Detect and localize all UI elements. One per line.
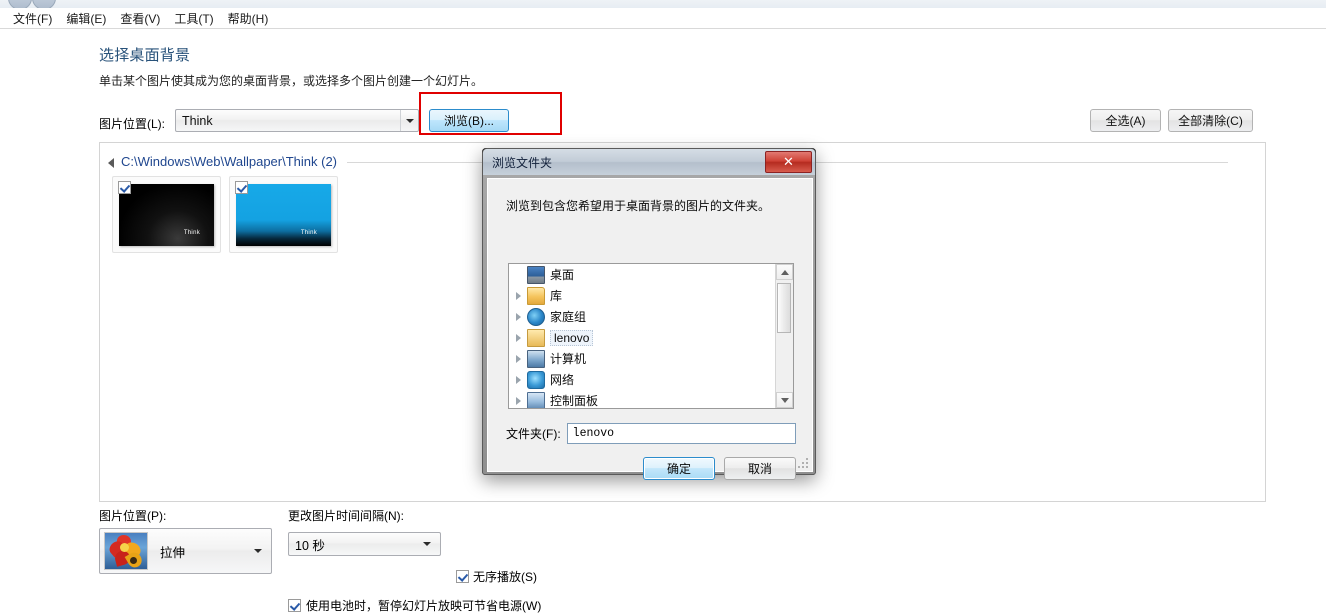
tree-item-homegroup[interactable]: 家庭组 xyxy=(509,306,793,327)
shuffle-checkbox[interactable] xyxy=(456,570,469,583)
picture-location-label: 图片位置(L): xyxy=(99,117,166,131)
tree-item-label: 计算机 xyxy=(550,352,587,366)
page-description: 单击某个图片使其成为您的桌面背景，或选择多个图片创建一个幻灯片。 xyxy=(99,74,484,88)
wallpaper-thumbnail-list: Think Think xyxy=(112,176,338,253)
expand-triangle-icon[interactable] xyxy=(516,333,527,342)
wallpaper-preview: Think xyxy=(119,183,214,246)
picture-location-dropdown[interactable]: Think xyxy=(175,109,419,132)
picture-location-row: 图片位置(L): Think 浏览(B)... 全选(A) 全部清除(C) xyxy=(99,92,1279,137)
browse-button[interactable]: 浏览(B)... xyxy=(429,109,509,132)
shuffle-label: 无序播放(S) xyxy=(473,570,537,584)
tree-item-label: 网络 xyxy=(550,373,575,387)
change-interval-value: 10 秒 xyxy=(295,538,325,553)
expand-triangle-icon[interactable] xyxy=(516,354,527,363)
wallpaper-think-blue[interactable]: Think xyxy=(229,176,338,253)
tree-item-libraries[interactable]: 库 xyxy=(509,285,793,306)
wallpaper-brand-label: Think xyxy=(183,229,200,236)
folder-label: 文件夹(F): xyxy=(506,427,561,441)
chevron-down-icon[interactable] xyxy=(400,110,418,131)
tree-item-label: lenovo xyxy=(550,329,594,346)
clear-all-button[interactable]: 全部清除(C) xyxy=(1168,109,1253,132)
close-icon[interactable]: ✕ xyxy=(765,151,812,173)
collapse-triangle-icon[interactable] xyxy=(108,157,114,168)
dialog-instruction: 浏览到包含您希望用于桌面背景的图片的文件夹。 xyxy=(506,199,771,213)
menu-edit[interactable]: 编辑(E) xyxy=(61,8,115,29)
folder-field-row: 文件夹(F): lenovo xyxy=(506,423,796,444)
tree-item-lenovo[interactable]: lenovo xyxy=(509,327,793,348)
chevron-down-icon[interactable] xyxy=(254,549,262,553)
battery-pause-checkbox[interactable] xyxy=(288,599,301,612)
tree-item-label: 家庭组 xyxy=(550,310,587,324)
scrollbar-thumb[interactable] xyxy=(777,283,791,333)
tree-scrollbar[interactable] xyxy=(775,264,793,408)
expand-triangle-icon[interactable] xyxy=(516,396,527,405)
folder-icon xyxy=(527,286,545,305)
folder-input[interactable]: lenovo xyxy=(566,423,796,444)
user-icon xyxy=(527,328,545,347)
ok-button[interactable]: 确定 xyxy=(643,457,715,480)
menu-help[interactable]: 帮助(H) xyxy=(223,8,278,29)
wallpaper-checkbox[interactable] xyxy=(235,181,248,194)
bottom-controls: 图片位置(P): 拉伸 更改图片时间间隔(N): 10 秒 无序播放(S) 使用… xyxy=(0,507,1326,613)
menu-file[interactable]: 文件(F) xyxy=(8,8,61,29)
expand-triangle-icon[interactable] xyxy=(516,312,527,321)
dialog-button-row: 确定 取消 xyxy=(643,457,796,480)
control-panel-icon xyxy=(527,391,545,408)
scroll-up-icon[interactable] xyxy=(776,264,793,280)
flower-thumbnail-icon xyxy=(104,532,148,570)
wallpaper-brand-label: Think xyxy=(300,229,317,236)
resize-grip-icon[interactable] xyxy=(796,456,808,468)
select-all-button[interactable]: 全选(A) xyxy=(1090,109,1161,132)
chevron-down-icon[interactable] xyxy=(423,542,431,546)
wallpaper-group-path: C:\Windows\Web\Wallpaper\Think (2) xyxy=(121,154,338,169)
change-interval-dropdown[interactable]: 10 秒 xyxy=(288,532,441,556)
expand-triangle-icon[interactable] xyxy=(516,375,527,384)
tree-item-computer[interactable]: 计算机 xyxy=(509,348,793,369)
picture-position-label: 图片位置(P): xyxy=(99,509,167,523)
change-interval-label: 更改图片时间间隔(N): xyxy=(288,509,404,523)
folder-tree[interactable]: 桌面 库 家庭组 lenovo 计算机 网络 控制面板 xyxy=(508,263,794,409)
computer-icon xyxy=(527,349,545,368)
picture-position-dropdown[interactable]: 拉伸 xyxy=(99,528,272,574)
network-icon xyxy=(527,370,545,389)
menu-bar: 文件(F) 编辑(E) 查看(V) 工具(T) 帮助(H) xyxy=(0,8,1326,29)
page-title: 选择桌面背景 xyxy=(99,47,191,64)
wallpaper-think-black[interactable]: Think xyxy=(112,176,221,253)
shuffle-checkbox-row[interactable]: 无序播放(S) xyxy=(456,568,537,585)
dialog-title: 浏览文件夹 xyxy=(492,155,553,170)
homegroup-icon xyxy=(527,307,545,326)
wallpaper-checkbox[interactable] xyxy=(118,181,131,194)
expand-triangle-icon[interactable] xyxy=(516,291,527,300)
picture-position-value: 拉伸 xyxy=(160,545,186,560)
dialog-title-bar[interactable]: 浏览文件夹 ✕ xyxy=(483,149,815,175)
picture-location-value: Think xyxy=(182,113,213,128)
tree-item-network[interactable]: 网络 xyxy=(509,369,793,390)
battery-pause-label: 使用电池时，暂停幻灯片放映可节省电源(W) xyxy=(306,599,542,613)
dialog-body: 浏览到包含您希望用于桌面背景的图片的文件夹。 桌面 库 家庭组 lenovo 计… xyxy=(487,178,813,480)
wallpaper-preview: Think xyxy=(236,183,331,246)
battery-pause-checkbox-row[interactable]: 使用电池时，暂停幻灯片放映可节省电源(W) xyxy=(288,597,541,614)
menu-view[interactable]: 查看(V) xyxy=(115,8,169,29)
cancel-button[interactable]: 取消 xyxy=(724,457,796,480)
browse-folder-dialog: 浏览文件夹 ✕ 浏览到包含您希望用于桌面背景的图片的文件夹。 桌面 库 家庭组 xyxy=(482,148,816,480)
scroll-down-icon[interactable] xyxy=(776,392,793,408)
menu-tools[interactable]: 工具(T) xyxy=(169,8,222,29)
monitor-icon xyxy=(527,265,545,284)
tree-item-control-panel[interactable]: 控制面板 xyxy=(509,390,793,408)
tree-item-desktop[interactable]: 桌面 xyxy=(509,264,793,285)
tree-item-label: 桌面 xyxy=(550,268,575,282)
tree-item-label: 库 xyxy=(550,289,563,303)
tree-item-label: 控制面板 xyxy=(550,394,599,408)
